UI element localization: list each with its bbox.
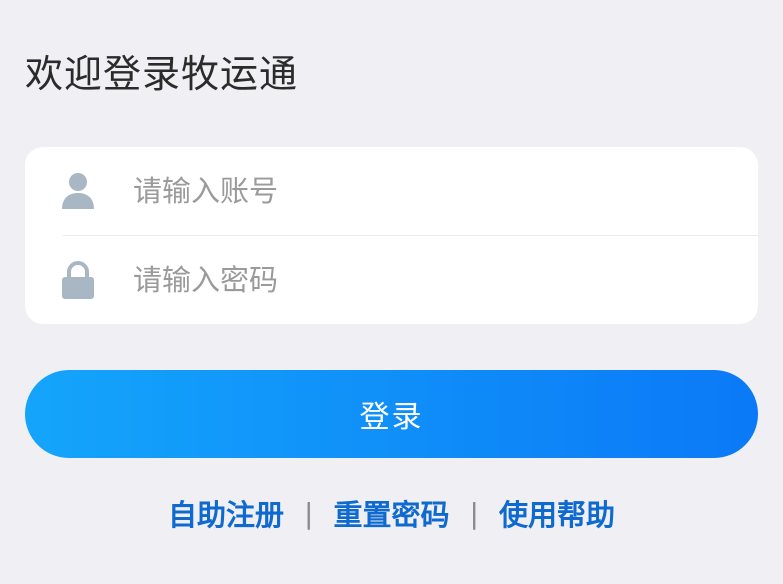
user-icon bbox=[60, 171, 96, 211]
login-button[interactable]: 登录 bbox=[25, 370, 758, 458]
register-link[interactable]: 自助注册 bbox=[168, 492, 284, 534]
page-title: 欢迎登录牧运通 bbox=[25, 52, 299, 96]
reset-password-link[interactable]: 重置密码 bbox=[333, 492, 449, 534]
account-input[interactable] bbox=[133, 169, 713, 213]
footer-links: 自助注册 | 重置密码 | 使用帮助 bbox=[0, 491, 783, 535]
login-form-card bbox=[25, 147, 758, 324]
password-row bbox=[25, 236, 758, 324]
help-link[interactable]: 使用帮助 bbox=[499, 492, 615, 534]
password-input[interactable] bbox=[133, 258, 713, 302]
account-row bbox=[25, 147, 758, 235]
lock-icon bbox=[60, 260, 96, 300]
link-separator: | bbox=[304, 496, 314, 530]
link-separator: | bbox=[469, 496, 479, 530]
